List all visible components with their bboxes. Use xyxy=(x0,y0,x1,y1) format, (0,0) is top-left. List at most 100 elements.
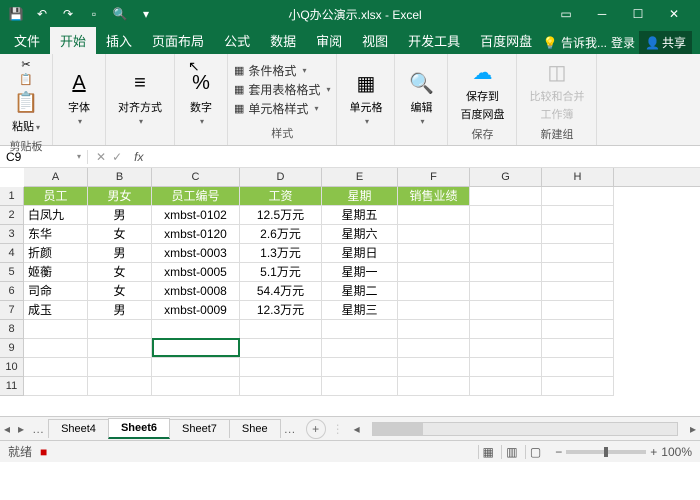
zoom-out-button[interactable]: − xyxy=(555,445,562,459)
cell[interactable] xyxy=(470,301,542,320)
cell[interactable] xyxy=(398,244,470,263)
cell[interactable]: xmbst-0003 xyxy=(152,244,240,263)
column-header[interactable]: F xyxy=(398,168,470,186)
cell[interactable] xyxy=(24,320,88,339)
preview-icon[interactable]: 🔍 xyxy=(108,2,132,26)
cell[interactable] xyxy=(88,358,152,377)
cell[interactable]: 5.1万元 xyxy=(240,263,322,282)
cell[interactable]: 女 xyxy=(88,263,152,282)
table-format[interactable]: ▦ 套用表格格式 xyxy=(234,80,330,99)
sheet-tab[interactable]: Sheet7 xyxy=(169,419,230,438)
save-icon[interactable]: 💾 xyxy=(4,2,28,26)
redo-icon[interactable]: ↷ xyxy=(56,2,80,26)
tab-review[interactable]: 审阅 xyxy=(306,27,352,54)
column-header[interactable]: G xyxy=(470,168,542,186)
accept-formula-icon[interactable]: ✓ xyxy=(112,150,122,164)
cell[interactable]: 星期一 xyxy=(322,263,398,282)
cell[interactable]: xmbst-0005 xyxy=(152,263,240,282)
column-header[interactable]: D xyxy=(240,168,322,186)
name-box[interactable]: C9▾ xyxy=(0,150,88,164)
cell[interactable] xyxy=(240,339,322,358)
cell[interactable]: 员工编号 xyxy=(152,187,240,206)
cell[interactable] xyxy=(470,244,542,263)
tab-formula[interactable]: 公式 xyxy=(214,27,260,54)
cell[interactable] xyxy=(322,320,398,339)
cell[interactable]: 星期日 xyxy=(322,244,398,263)
cell[interactable] xyxy=(88,377,152,396)
cell[interactable]: 星期三 xyxy=(322,301,398,320)
close-icon[interactable]: ✕ xyxy=(660,7,688,21)
cell[interactable] xyxy=(470,187,542,206)
cell[interactable] xyxy=(398,301,470,320)
row-header[interactable]: 9 xyxy=(0,339,24,358)
tell-me[interactable]: 💡 告诉我... xyxy=(543,34,607,51)
cell[interactable] xyxy=(542,282,614,301)
cell[interactable]: 2.6万元 xyxy=(240,225,322,244)
cell[interactable] xyxy=(542,244,614,263)
qat-more-icon[interactable]: ▾ xyxy=(134,2,158,26)
cell[interactable]: 星期六 xyxy=(322,225,398,244)
new-icon[interactable]: ▫ xyxy=(82,2,106,26)
cell[interactable]: 男 xyxy=(88,244,152,263)
compare-button[interactable]: ◫比较和合并工作簿 xyxy=(523,56,590,124)
hscroll-left[interactable]: ◂ xyxy=(350,422,364,436)
cell[interactable]: 男女 xyxy=(88,187,152,206)
view-layout-icon[interactable]: ▥ xyxy=(501,445,521,459)
cell[interactable]: 男 xyxy=(88,301,152,320)
row-header[interactable]: 3 xyxy=(0,225,24,244)
cell[interactable] xyxy=(398,206,470,225)
cell[interactable]: 女 xyxy=(88,225,152,244)
cell[interactable] xyxy=(24,339,88,358)
cell[interactable] xyxy=(470,320,542,339)
login-button[interactable]: 登录 xyxy=(611,34,635,51)
tab-file[interactable]: 文件 xyxy=(4,27,50,54)
cell[interactable]: xmbst-0009 xyxy=(152,301,240,320)
row-header[interactable]: 11 xyxy=(0,377,24,396)
row-header[interactable]: 6 xyxy=(0,282,24,301)
cell[interactable] xyxy=(542,206,614,225)
font-button[interactable]: A字体 xyxy=(59,67,99,128)
cell[interactable]: 员工 xyxy=(24,187,88,206)
cell[interactable] xyxy=(240,320,322,339)
column-header[interactable]: A xyxy=(24,168,88,186)
cell[interactable] xyxy=(152,339,240,358)
cell[interactable]: 姬蘅 xyxy=(24,263,88,282)
row-header[interactable]: 2 xyxy=(0,206,24,225)
cell[interactable] xyxy=(152,320,240,339)
cell[interactable]: 白凤九 xyxy=(24,206,88,225)
row-header[interactable]: 4 xyxy=(0,244,24,263)
row-header[interactable]: 10 xyxy=(0,358,24,377)
cell[interactable]: 12.3万元 xyxy=(240,301,322,320)
cell[interactable] xyxy=(470,206,542,225)
cell[interactable] xyxy=(398,225,470,244)
align-button[interactable]: ≡对齐方式 xyxy=(112,67,168,128)
paste-button[interactable]: ✂ 📋 📋 粘贴 xyxy=(6,56,46,136)
maximize-icon[interactable]: ☐ xyxy=(624,7,652,21)
share-button[interactable]: 👤 共享 xyxy=(639,31,692,54)
fx-icon[interactable]: fx xyxy=(130,150,147,164)
cell[interactable]: 星期二 xyxy=(322,282,398,301)
view-normal-icon[interactable]: ▦ xyxy=(478,445,498,459)
save-baidu-button[interactable]: ☁保存到百度网盘 xyxy=(454,56,510,124)
spreadsheet-grid[interactable]: ABCDEFGH 1员工男女员工编号工资星期销售业绩2白凤九男xmbst-010… xyxy=(0,168,700,416)
conditional-format[interactable]: ▦ 条件格式 xyxy=(234,61,330,80)
tab-layout[interactable]: 页面布局 xyxy=(142,27,214,54)
cell[interactable]: 男 xyxy=(88,206,152,225)
cell[interactable]: 12.5万元 xyxy=(240,206,322,225)
cell[interactable]: 工资 xyxy=(240,187,322,206)
cell[interactable]: xmbst-0008 xyxy=(152,282,240,301)
sheet-nav-next[interactable]: ▸ xyxy=(14,422,28,436)
cell[interactable] xyxy=(542,263,614,282)
number-button[interactable]: %数字 xyxy=(181,67,221,128)
cell[interactable] xyxy=(542,358,614,377)
cell[interactable]: 星期 xyxy=(322,187,398,206)
cell[interactable] xyxy=(322,339,398,358)
minimize-icon[interactable]: ─ xyxy=(588,7,616,21)
cell[interactable]: 销售业绩 xyxy=(398,187,470,206)
cell[interactable]: 54.4万元 xyxy=(240,282,322,301)
cell[interactable] xyxy=(398,282,470,301)
ribbon-options-icon[interactable]: ▭ xyxy=(552,7,580,21)
cell[interactable] xyxy=(240,358,322,377)
cell[interactable] xyxy=(322,358,398,377)
cell[interactable] xyxy=(470,225,542,244)
